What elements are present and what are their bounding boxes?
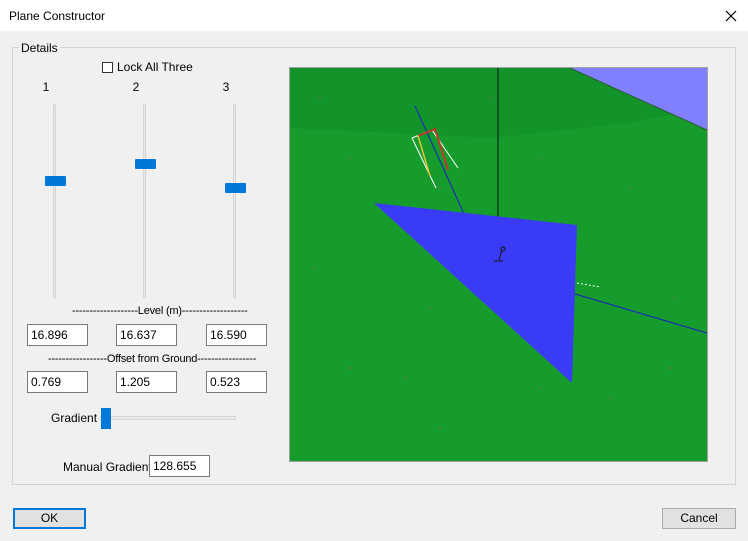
slider-2-label: 2 [132, 80, 140, 94]
window-title: Plane Constructor [9, 9, 106, 23]
slider-track [233, 104, 236, 298]
gradient-slider[interactable] [100, 408, 236, 429]
ok-button[interactable]: OK [13, 508, 86, 529]
slider-1-label: 1 [42, 80, 50, 94]
level-slider-3[interactable] [225, 104, 246, 298]
gradient-label: Gradient [51, 411, 98, 425]
level-slider-1[interactable] [45, 104, 66, 298]
manual-gradient-field[interactable] [149, 455, 210, 477]
checkbox-box[interactable] [102, 61, 113, 73]
3d-viewport[interactable] [289, 67, 708, 462]
manual-gradient-label: Manual Gradient [63, 460, 152, 474]
cancel-button[interactable]: Cancel [662, 508, 736, 529]
slider-track [143, 104, 146, 298]
slider-track [100, 416, 236, 420]
level-field-1[interactable] [27, 324, 88, 346]
slider-3-label: 3 [222, 80, 230, 94]
close-button[interactable] [714, 0, 748, 31]
slider-thumb[interactable] [45, 176, 66, 186]
slider-track [53, 104, 56, 298]
lock-all-three-checkbox[interactable]: Lock All Three [102, 60, 193, 74]
level-field-3[interactable] [206, 324, 267, 346]
close-icon [725, 10, 737, 21]
offset-field-3[interactable] [206, 371, 267, 393]
level-heading: -------------------Level (m)------------… [72, 305, 248, 317]
offset-field-1[interactable] [27, 371, 88, 393]
level-field-2[interactable] [116, 324, 177, 346]
offset-field-2[interactable] [116, 371, 177, 393]
level-slider-2[interactable] [135, 104, 156, 298]
slider-thumb[interactable] [101, 408, 111, 429]
details-group-label: Details [19, 41, 60, 55]
slider-thumb[interactable] [225, 183, 246, 193]
slider-thumb[interactable] [135, 159, 156, 169]
title-bar: Plane Constructor [0, 0, 748, 31]
lock-all-three-label: Lock All Three [117, 60, 193, 74]
scene-render [290, 68, 707, 461]
offset-heading: -----------------Offset from Ground-----… [48, 353, 257, 365]
